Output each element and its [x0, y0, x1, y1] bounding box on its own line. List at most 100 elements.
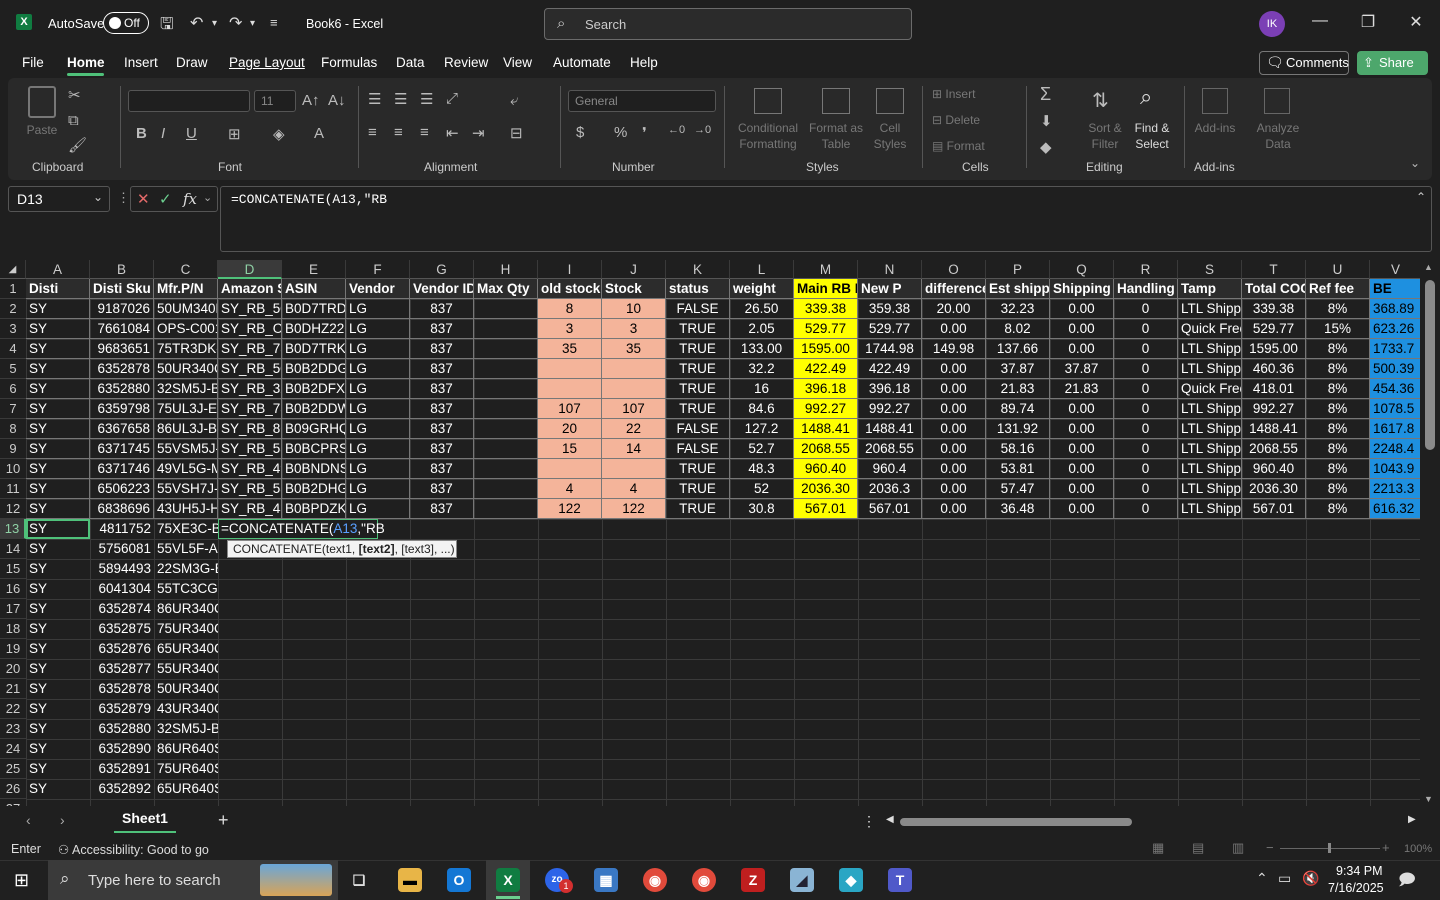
cell-t11[interactable]: 2036.30 [1242, 479, 1306, 499]
cell-e1[interactable]: ASIN [282, 279, 346, 299]
cell-e5[interactable]: B0B2DDGT [282, 359, 346, 379]
cell-f4[interactable]: LG [346, 339, 410, 359]
cell-i10[interactable] [538, 459, 602, 479]
cell-r1[interactable]: Handling [1114, 279, 1178, 299]
cell-b10[interactable]: 6371746 [90, 459, 154, 479]
row-header-25[interactable]: 25 [0, 759, 26, 779]
percent-icon[interactable]: % [614, 124, 627, 141]
cell-k9[interactable]: FALSE [666, 439, 730, 459]
cell-d1[interactable]: Amazon S [218, 279, 282, 299]
cell-a14[interactable]: SY [26, 539, 90, 559]
cell-e6[interactable]: B0B2DFX5 [282, 379, 346, 399]
cell-j9[interactable]: 14 [602, 439, 666, 459]
cell-v6[interactable]: 454.36 [1370, 379, 1420, 399]
column-header-n[interactable]: N [858, 260, 922, 279]
cell-o8[interactable]: 0.00 [922, 419, 986, 439]
cell-f3[interactable]: LG [346, 319, 410, 339]
cell-p3[interactable]: 8.02 [986, 319, 1050, 339]
cell-styles-icon[interactable] [876, 88, 904, 114]
cell-h9[interactable] [474, 439, 538, 459]
cell-v4[interactable]: 1733.7 [1370, 339, 1420, 359]
cell-a20[interactable]: SY [26, 659, 90, 679]
find-select-icon[interactable]: ⌕ [1140, 84, 1152, 110]
cell-c7[interactable]: 75UL3J-E [154, 399, 218, 419]
row-header-10[interactable]: 10 [0, 459, 26, 479]
cell-n6[interactable]: 396.18 [858, 379, 922, 399]
horizontal-scroll-thumb[interactable] [900, 818, 1132, 826]
cell-l9[interactable]: 52.7 [730, 439, 794, 459]
excel-taskbar-icon[interactable]: X [496, 868, 520, 892]
cell-j2[interactable]: 10 [602, 299, 666, 319]
column-header-u[interactable]: U [1306, 260, 1370, 279]
cell-a15[interactable]: SY [26, 559, 90, 579]
cell-u6[interactable]: 8% [1306, 379, 1370, 399]
scroll-left-icon[interactable]: ◀ [886, 814, 894, 825]
cell-j12[interactable]: 122 [602, 499, 666, 519]
cell-k11[interactable]: TRUE [666, 479, 730, 499]
cell-t9[interactable]: 2068.55 [1242, 439, 1306, 459]
cell-e7[interactable]: B0B2DDW [282, 399, 346, 419]
next-sheet-icon[interactable]: › [60, 812, 65, 828]
column-header-a[interactable]: A [26, 260, 90, 279]
column-header-j[interactable]: J [602, 260, 666, 279]
cell-f9[interactable]: LG [346, 439, 410, 459]
cell-i3[interactable]: 3 [538, 319, 602, 339]
cell-q7[interactable]: 0.00 [1050, 399, 1114, 419]
cell-a10[interactable]: SY [26, 459, 90, 479]
cell-m5[interactable]: 422.49 [794, 359, 858, 379]
cell-q12[interactable]: 0.00 [1050, 499, 1114, 519]
cell-a1[interactable]: Disti [26, 279, 90, 299]
cell-g4[interactable]: 837 [410, 339, 474, 359]
row-header-13[interactable]: 13 [0, 519, 26, 539]
cell-a4[interactable]: SY [26, 339, 90, 359]
cell-q11[interactable]: 0.00 [1050, 479, 1114, 499]
cell-j7[interactable]: 107 [602, 399, 666, 419]
cell-d8[interactable]: SY_RB_86U [218, 419, 282, 439]
column-header-b[interactable]: B [90, 260, 154, 279]
cell-q10[interactable]: 0.00 [1050, 459, 1114, 479]
cell-p9[interactable]: 58.16 [986, 439, 1050, 459]
row-header-9[interactable]: 9 [0, 439, 26, 459]
tab-file[interactable]: File [22, 55, 44, 70]
decrease-font-icon[interactable]: A↓ [328, 92, 346, 109]
column-header-q[interactable]: Q [1050, 260, 1114, 279]
cell-m2[interactable]: 339.38 [794, 299, 858, 319]
cell-a7[interactable]: SY [26, 399, 90, 419]
cell-b22[interactable]: 6352879 [90, 699, 154, 719]
cell-m8[interactable]: 1488.41 [794, 419, 858, 439]
cell-a19[interactable]: SY [26, 639, 90, 659]
column-header-l[interactable]: L [730, 260, 794, 279]
cell-a16[interactable]: SY [26, 579, 90, 599]
comments-button[interactable]: 🗨 Comments [1259, 51, 1349, 75]
cell-i5[interactable] [538, 359, 602, 379]
cell-f1[interactable]: Vendor [346, 279, 410, 299]
cell-n5[interactable]: 422.49 [858, 359, 922, 379]
cell-s6[interactable]: Quick Free [1178, 379, 1242, 399]
cell-s9[interactable]: LTL Shippi [1178, 439, 1242, 459]
cell-t2[interactable]: 339.38 [1242, 299, 1306, 319]
cell-o2[interactable]: 20.00 [922, 299, 986, 319]
cell-t10[interactable]: 960.40 [1242, 459, 1306, 479]
cell-g11[interactable]: 837 [410, 479, 474, 499]
cell-k10[interactable]: TRUE [666, 459, 730, 479]
cell-h8[interactable] [474, 419, 538, 439]
cell-i6[interactable] [538, 379, 602, 399]
cell-d4[interactable]: SY_RB_75T [218, 339, 282, 359]
cell-o5[interactable]: 0.00 [922, 359, 986, 379]
page-layout-view-icon[interactable]: ▤ [1192, 840, 1204, 856]
cell-q2[interactable]: 0.00 [1050, 299, 1114, 319]
accessibility-status[interactable]: ⚇ Accessibility: Good to go [58, 842, 209, 857]
cell-i8[interactable]: 20 [538, 419, 602, 439]
cell-m7[interactable]: 992.27 [794, 399, 858, 419]
cell-n12[interactable]: 567.01 [858, 499, 922, 519]
row-header-20[interactable]: 20 [0, 659, 26, 679]
italic-icon[interactable]: I [161, 125, 165, 142]
cell-b16[interactable]: 6041304 [90, 579, 154, 599]
column-header-m[interactable]: M [794, 260, 858, 279]
cell-styles-label[interactable]: Cell Styles [862, 120, 918, 152]
cell-m4[interactable]: 1595.00 [794, 339, 858, 359]
autosum-icon[interactable]: Σ [1040, 84, 1051, 105]
cell-o6[interactable]: 0.00 [922, 379, 986, 399]
cell-r8[interactable]: 0 [1114, 419, 1178, 439]
scroll-up-icon[interactable]: ▲ [1424, 262, 1433, 272]
